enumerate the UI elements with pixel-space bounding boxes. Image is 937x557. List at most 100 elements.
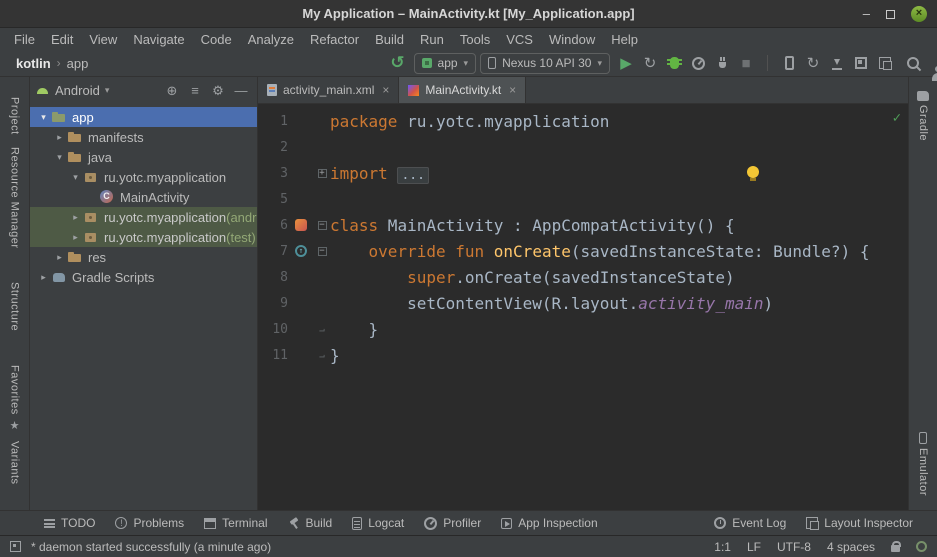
tool-button-structure[interactable]: Structure xyxy=(9,282,21,331)
main-toolbar: kotlin › app ↺ app ▾ Nexus 10 API 30 ▾ ▶… xyxy=(0,50,937,77)
tool-window-button-todo[interactable]: TODO xyxy=(34,511,105,535)
tool-window-button-layout-inspector[interactable]: Layout Inspector xyxy=(796,516,923,530)
menu-item-view[interactable]: View xyxy=(81,30,125,49)
fold-collapse-icon[interactable]: − xyxy=(318,247,327,256)
chevron-right-icon[interactable]: ▸ xyxy=(68,232,83,243)
editor-tab-activity-main-xml[interactable]: activity_main.xml× xyxy=(258,77,399,103)
tree-item-manifests[interactable]: ▸manifests xyxy=(30,127,257,147)
tool-window-button-build[interactable]: Build xyxy=(278,511,343,535)
chevron-down-icon[interactable]: ▾ xyxy=(52,152,67,163)
tool-button-variants[interactable]: Variants xyxy=(9,441,21,485)
device-dropdown[interactable]: Nexus 10 API 30 ▾ xyxy=(480,53,610,74)
sync-project-icon[interactable]: ↻ xyxy=(801,52,825,74)
editor-tab-mainactivity-kt[interactable]: MainActivity.kt× xyxy=(399,77,526,103)
chevron-down-icon[interactable]: ▾ xyxy=(105,85,110,96)
status-message[interactable]: * daemon started successfully (a minute … xyxy=(31,540,271,554)
gradle-sync-icon[interactable]: ↺ xyxy=(386,52,410,74)
tool-window-button-profiler[interactable]: Profiler xyxy=(414,511,491,535)
fold-expand-icon[interactable]: + xyxy=(318,169,327,178)
maximize-icon[interactable] xyxy=(886,10,895,19)
indent-setting[interactable]: 4 spaces xyxy=(827,540,875,554)
breadcrumb-current[interactable]: app xyxy=(67,56,89,71)
tree-item-ru-yotc-myapplication[interactable]: ▸ru.yotc.myapplication (androidTest) xyxy=(30,207,257,227)
tree-item-ru-yotc-myapplication[interactable]: ▾ru.yotc.myapplication xyxy=(30,167,257,187)
inspection-ok-icon[interactable]: ✓ xyxy=(893,110,901,126)
search-icon[interactable] xyxy=(901,52,925,74)
menu-item-file[interactable]: File xyxy=(6,30,43,49)
chevron-right-icon[interactable]: ▸ xyxy=(36,272,51,283)
collapse-all-icon[interactable]: ≡ xyxy=(186,83,204,98)
file-encoding[interactable]: UTF-8 xyxy=(777,540,811,554)
application-window: My Application – MainActivity.kt [My_App… xyxy=(0,0,937,557)
tool-window-button-logcat[interactable]: Logcat xyxy=(342,511,414,535)
tool-window-button-problems[interactable]: !Problems xyxy=(105,511,194,535)
sdk-manager-icon[interactable] xyxy=(825,52,849,74)
tool-window-button-event-log[interactable]: Event Log xyxy=(704,516,796,530)
fold-end-icon[interactable]: ⌐ xyxy=(319,324,325,335)
code-line: 8 super.onCreate(savedInstanceState) xyxy=(258,264,908,290)
gear-icon[interactable]: ⚙ xyxy=(209,83,227,99)
tree-item-gradle-scripts[interactable]: ▸Gradle Scripts xyxy=(30,267,257,287)
menu-item-edit[interactable]: Edit xyxy=(43,30,81,49)
project-view-selector[interactable]: Android xyxy=(55,83,100,98)
package-icon xyxy=(83,229,99,245)
chevron-right-icon[interactable]: ▸ xyxy=(68,212,83,223)
tool-window-switcher-icon[interactable] xyxy=(10,541,21,552)
breadcrumb-root[interactable]: kotlin xyxy=(16,56,51,71)
minimize-icon[interactable]: – xyxy=(863,9,870,19)
tool-window-button-terminal[interactable]: Terminal xyxy=(194,511,277,535)
menu-item-help[interactable]: Help xyxy=(603,30,646,49)
class-gutter-icon[interactable] xyxy=(295,219,307,231)
chevron-down-icon[interactable]: ▾ xyxy=(68,172,83,183)
run-icon[interactable]: ▶ xyxy=(614,52,638,74)
tool-button-gradle[interactable]: Gradle xyxy=(917,91,929,141)
menu-item-navigate[interactable]: Navigate xyxy=(125,30,192,49)
highlighting-indicator-icon[interactable] xyxy=(916,541,927,552)
menu-item-analyze[interactable]: Analyze xyxy=(240,30,302,49)
code-line: 3+import ... xyxy=(258,160,908,186)
run-config-dropdown[interactable]: app ▾ xyxy=(414,53,477,74)
apply-changes-icon[interactable]: ↻ xyxy=(638,52,662,74)
tree-item-res[interactable]: ▸res xyxy=(30,247,257,267)
stop-icon[interactable]: ■ xyxy=(734,52,758,74)
tab-close-icon[interactable]: × xyxy=(382,83,389,97)
fold-collapse-icon[interactable]: − xyxy=(318,221,327,230)
device-manager-icon[interactable] xyxy=(777,52,801,74)
caret-position[interactable]: 1:1 xyxy=(714,540,731,554)
menu-item-vcs[interactable]: VCS xyxy=(498,30,541,49)
tree-item-mainactivity[interactable]: MainActivity xyxy=(30,187,257,207)
menu-item-run[interactable]: Run xyxy=(412,30,452,49)
menu-item-code[interactable]: Code xyxy=(193,30,240,49)
locate-file-icon[interactable]: ⊕ xyxy=(163,83,181,99)
device-explorer-icon[interactable] xyxy=(849,52,873,74)
debug-icon[interactable] xyxy=(662,52,686,74)
tool-button-favorites[interactable]: Favorites★ xyxy=(8,365,21,432)
tool-window-button-app-inspection[interactable]: App Inspection xyxy=(491,511,607,535)
intention-bulb-icon[interactable] xyxy=(747,166,759,178)
fold-end-icon[interactable]: ⌐ xyxy=(319,350,325,361)
attach-debugger-icon[interactable] xyxy=(710,52,734,74)
menu-item-refactor[interactable]: Refactor xyxy=(302,30,367,49)
menu-item-tools[interactable]: Tools xyxy=(452,30,498,49)
override-gutter-icon[interactable]: ↑ xyxy=(295,245,307,257)
hide-panel-icon[interactable]: — xyxy=(232,83,250,98)
tool-button-emulator[interactable]: Emulator xyxy=(917,432,929,496)
tree-item-java[interactable]: ▾java xyxy=(30,147,257,167)
chevron-right-icon[interactable]: ▸ xyxy=(52,252,67,263)
chevron-right-icon[interactable]: ▸ xyxy=(52,132,67,143)
code-editor[interactable]: ✓ 1package ru.yotc.myapplication23+impor… xyxy=(258,104,908,510)
profiler-icon[interactable] xyxy=(686,52,710,74)
tool-button-resource-manager[interactable]: Resource Manager xyxy=(9,147,21,249)
close-icon[interactable]: × xyxy=(911,6,927,22)
menu-item-window[interactable]: Window xyxy=(541,30,603,49)
folded-imports-region[interactable]: ... xyxy=(397,167,428,184)
chevron-down-icon[interactable]: ▾ xyxy=(36,112,51,123)
layout-inspector-tool-icon[interactable] xyxy=(873,52,897,74)
tree-item-ru-yotc-myapplication[interactable]: ▸ru.yotc.myapplication (test) xyxy=(30,227,257,247)
lock-icon[interactable] xyxy=(891,545,900,552)
line-ending[interactable]: LF xyxy=(747,540,761,554)
tree-item-app[interactable]: ▾app xyxy=(30,107,257,127)
menu-item-build[interactable]: Build xyxy=(367,30,412,49)
tab-close-icon[interactable]: × xyxy=(509,83,516,97)
tool-button-project[interactable]: Project xyxy=(9,97,21,135)
